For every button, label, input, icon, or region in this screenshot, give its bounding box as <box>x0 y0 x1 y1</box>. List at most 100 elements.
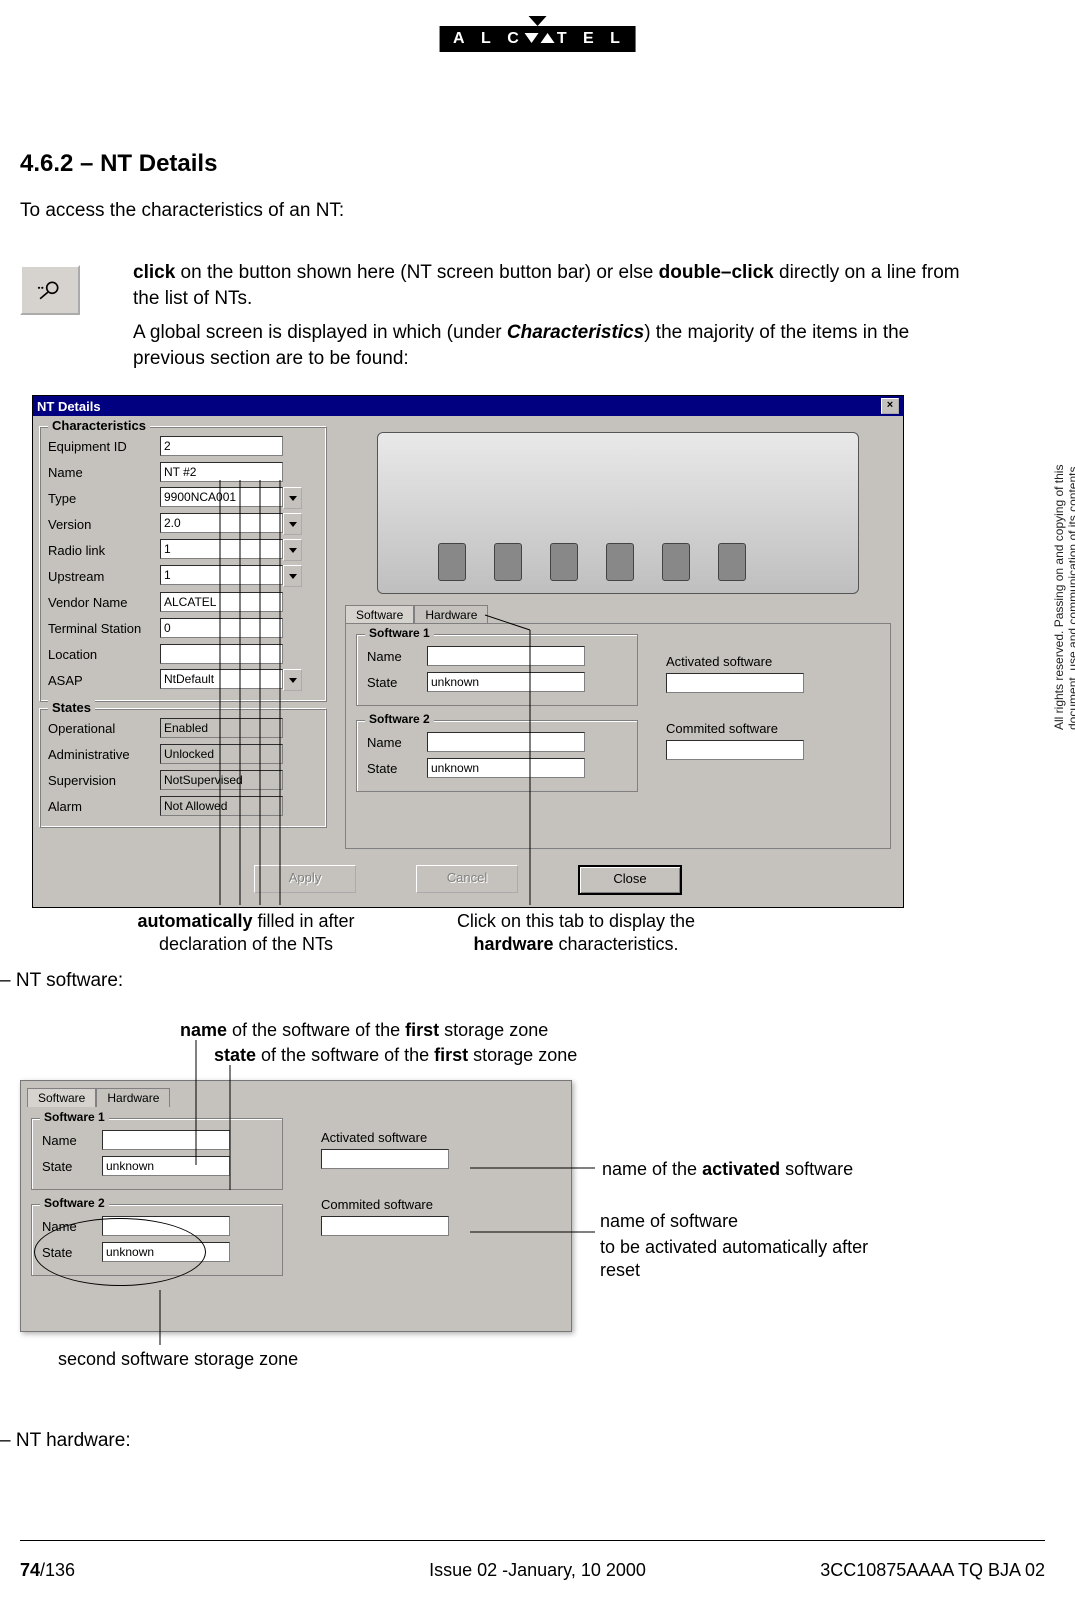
software2-group: Software 2 Name State unknown <box>356 720 638 792</box>
lbl-terminal-station: Terminal Station <box>48 621 160 636</box>
lbl-version: Version <box>48 517 160 532</box>
field-sw2-name-2 <box>102 1216 230 1236</box>
apply-button: Apply <box>254 865 356 893</box>
section-heading: 4.6.2 – NT Details <box>20 150 217 178</box>
device-image <box>377 432 859 594</box>
software1-group: Software 1 Name State unknown <box>356 634 638 706</box>
tab-software[interactable]: Software <box>345 605 414 624</box>
intro-text: To access the characteristics of an NT: <box>20 200 344 222</box>
cancel-button: Cancel <box>416 865 518 893</box>
annotation-commited-l2: to be activated automatically after rese… <box>600 1236 900 1281</box>
tab-hardware-2[interactable]: Hardware <box>96 1088 170 1107</box>
lbl-supervision: Supervision <box>48 773 160 788</box>
software2-group-2: Software 2 Name State unknown <box>31 1204 283 1276</box>
field-version[interactable]: 2.0 <box>160 513 302 535</box>
lbl-commited-software-2: Commited software <box>321 1197 449 1212</box>
callout-hardware-tab: Click on this tab to display the hardwar… <box>416 910 736 955</box>
field-sw1-name-2 <box>102 1130 230 1150</box>
field-sw2-name <box>427 732 585 752</box>
lbl-operational: Operational <box>48 721 160 736</box>
software1-legend: Software 1 <box>365 626 434 640</box>
lbl-sw1-state: State <box>367 675 427 690</box>
field-sw2-state-2: unknown <box>102 1242 230 1262</box>
lbl-sw2-state: State <box>367 761 427 776</box>
software2-legend-2: Software 2 <box>40 1196 109 1210</box>
chevron-down-icon[interactable] <box>283 513 302 535</box>
tab-software-2[interactable]: Software <box>27 1088 96 1107</box>
states-group: States Operational Enabled Administrativ… <box>39 708 327 828</box>
tab-hardware[interactable]: Hardware <box>414 605 488 624</box>
lbl-administrative: Administrative <box>48 747 160 762</box>
lbl-commited-software: Commited software <box>666 721 804 736</box>
paragraph-global: A global screen is displayed in which (u… <box>133 320 985 371</box>
copyright-notice: All rights reserved. Passing on and copy… <box>1053 350 1075 730</box>
magnifier-icon <box>36 279 64 301</box>
annotation-activated-software: name of the activated software <box>602 1158 853 1181</box>
chevron-down-icon[interactable] <box>283 669 302 691</box>
field-operational: Enabled <box>160 718 283 738</box>
footer-page: 74/136 <box>20 1560 75 1581</box>
software1-group-2: Software 1 Name State unknown <box>31 1118 283 1190</box>
lbl-location: Location <box>48 647 160 662</box>
lbl-activated-software: Activated software <box>666 654 804 669</box>
field-activated-software-2 <box>321 1149 449 1169</box>
software-tabpane: Software 1 Name State unknown Software 2… <box>345 623 891 849</box>
annotation-sw1-state: state of the software of the first stora… <box>214 1045 577 1066</box>
lbl-sw2-state-2: State <box>42 1245 102 1260</box>
field-location[interactable] <box>160 644 283 664</box>
lbl-type: Type <box>48 491 160 506</box>
field-administrative: Unlocked <box>160 744 283 764</box>
footer-doc: 3CC10875AAAA TQ BJA 02 <box>820 1560 1045 1581</box>
field-terminal-station[interactable]: 0 <box>160 618 283 638</box>
lbl-name: Name <box>48 465 160 480</box>
callout-auto-filled: automatically filled in after declaratio… <box>96 910 396 955</box>
characteristics-group: Characteristics Equipment ID 2 Name NT #… <box>39 426 327 702</box>
lbl-radio-link: Radio link <box>48 543 160 558</box>
footer-issue: Issue 02 -January, 10 2000 <box>429 1560 646 1581</box>
close-button-bar[interactable]: Close <box>578 865 682 895</box>
software-panel: Software Hardware Software 1 Name State … <box>20 1080 572 1332</box>
software2-legend: Software 2 <box>365 712 434 726</box>
field-vendor-name[interactable]: ALCATEL <box>160 592 283 612</box>
lbl-sw1-name-2: Name <box>42 1133 102 1148</box>
field-commited-software <box>666 740 804 760</box>
field-activated-software <box>666 673 804 693</box>
paragraph-click: click on the button shown here (NT scree… <box>133 260 985 311</box>
characteristics-legend: Characteristics <box>48 418 150 433</box>
states-legend: States <box>48 700 95 715</box>
field-alarm: Not Allowed <box>160 796 283 816</box>
close-button[interactable]: × <box>881 398 899 414</box>
field-name[interactable]: NT #2 <box>160 462 283 482</box>
field-asap[interactable]: NtDefault <box>160 669 302 691</box>
field-sw1-state-2: unknown <box>102 1156 230 1176</box>
chevron-down-icon[interactable] <box>283 487 302 509</box>
nt-details-button[interactable] <box>20 265 80 315</box>
lbl-sw2-name: Name <box>367 735 427 750</box>
lbl-upstream: Upstream <box>48 569 160 584</box>
lbl-activated-software-2: Activated software <box>321 1130 449 1145</box>
field-sw2-state: unknown <box>427 758 585 778</box>
software1-legend-2: Software 1 <box>40 1110 109 1124</box>
field-sw1-state: unknown <box>427 672 585 692</box>
brand-logo: A L CT E L <box>439 26 636 52</box>
footer-rule <box>20 1540 1045 1541</box>
window-title: NT Details <box>37 399 101 414</box>
chevron-down-icon[interactable] <box>283 539 302 561</box>
lbl-sw1-name: Name <box>367 649 427 664</box>
field-supervision: NotSupervised <box>160 770 283 790</box>
field-type[interactable]: 9900NCA001 <box>160 487 302 509</box>
titlebar: NT Details × <box>33 396 903 416</box>
subhead-nt-hardware: – NT hardware: <box>0 1430 131 1452</box>
nt-details-window: NT Details × Characteristics Equipment I… <box>32 395 904 908</box>
field-radio-link[interactable]: 1 <box>160 539 302 561</box>
lbl-sw2-name-2: Name <box>42 1219 102 1234</box>
field-equipment-id[interactable]: 2 <box>160 436 283 456</box>
annotation-second-zone: second software storage zone <box>58 1348 298 1371</box>
lbl-asap: ASAP <box>48 673 160 688</box>
subhead-nt-software: – NT software: <box>0 970 123 992</box>
lbl-vendor-name: Vendor Name <box>48 595 160 610</box>
chevron-down-icon[interactable] <box>283 565 302 587</box>
lbl-sw1-state-2: State <box>42 1159 102 1174</box>
field-upstream[interactable]: 1 <box>160 565 302 587</box>
field-sw1-name <box>427 646 585 666</box>
